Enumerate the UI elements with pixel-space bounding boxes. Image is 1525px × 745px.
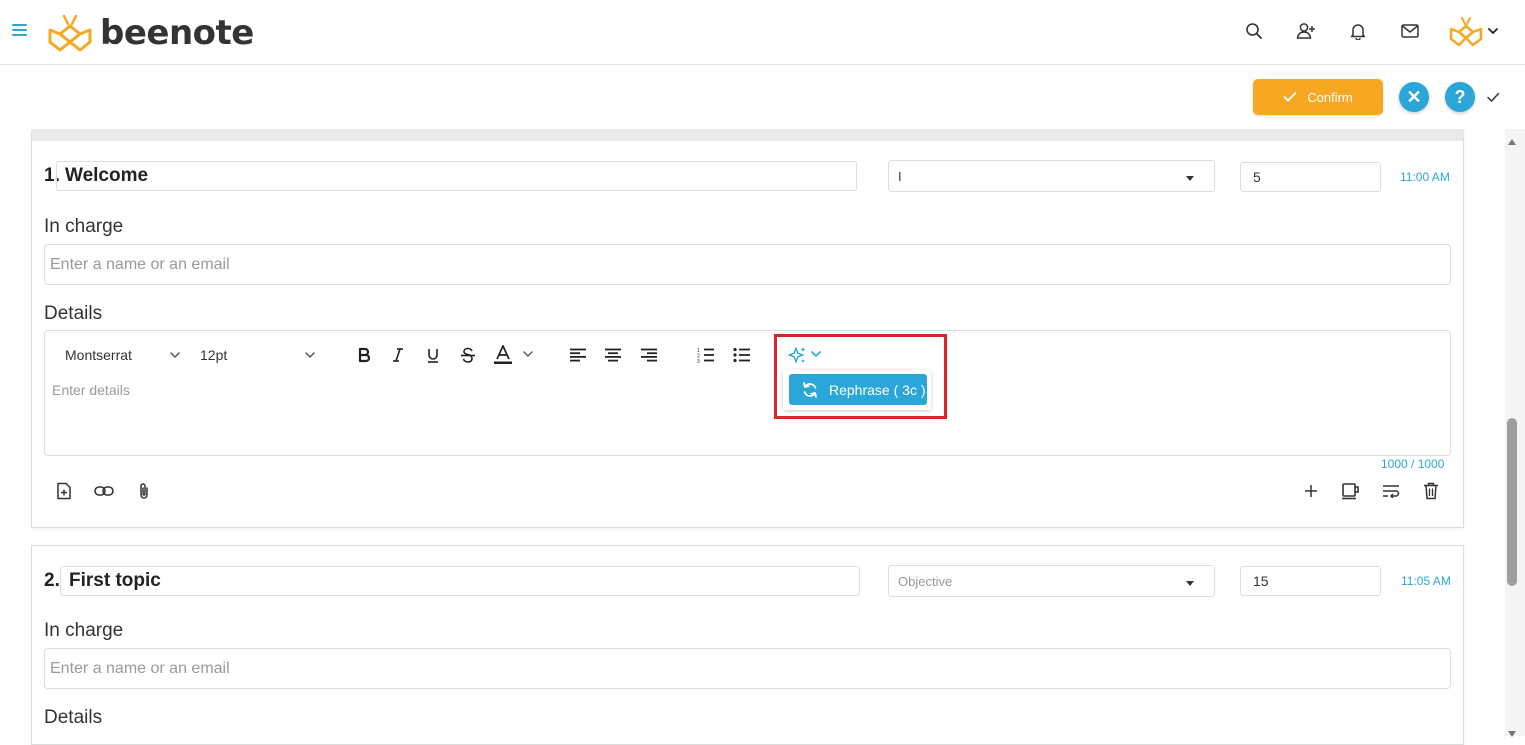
font-size-value: 12pt [200,347,228,363]
chevron-down-icon[interactable] [1486,24,1500,38]
highlight-annotation [774,334,947,419]
help-button[interactable]: ? [1445,82,1475,112]
italic-icon[interactable] [387,344,409,366]
topic-title-input[interactable]: First topic [60,566,860,596]
bulleted-list-icon[interactable] [731,344,753,366]
topic-type-select[interactable]: Objective [888,565,1215,597]
in-charge-input[interactable]: Enter a name or an email [44,648,1451,689]
attachment-icon[interactable] [133,480,155,502]
topic-type-value: I [898,168,902,184]
logo-text: beenote [100,13,254,53]
trash-icon[interactable] [1420,480,1442,502]
svg-text:3: 3 [697,359,700,363]
strikethrough-icon[interactable] [457,344,479,366]
duration-input[interactable]: 5 [1240,162,1381,192]
in-charge-input[interactable]: Enter a name or an email [44,244,1451,285]
chevron-down-icon [305,352,315,359]
break-cup-icon[interactable] [1340,480,1362,502]
top-navbar: beenote [0,0,1525,65]
align-left-icon[interactable] [567,344,589,366]
font-family-select[interactable]: Montserrat [65,343,183,367]
details-placeholder[interactable]: Enter details [52,382,130,398]
bee-logo-icon [48,14,92,52]
search-icon[interactable] [1243,20,1265,42]
topic-title-input[interactable]: Welcome [56,161,857,191]
caret-down-icon [1186,581,1194,586]
add-icon[interactable] [1300,480,1322,502]
numbered-list-icon[interactable]: 123 [695,344,717,366]
menu-icon[interactable] [12,24,27,37]
details-label: Details [44,707,103,728]
topic-type-select[interactable]: I [888,160,1215,192]
duration-input[interactable]: 15 [1240,566,1381,596]
logo[interactable]: beenote [46,12,254,54]
check-icon[interactable] [1486,90,1500,104]
start-time: 11:00 AM [1400,170,1450,184]
bell-icon[interactable] [1347,20,1369,42]
text-color-icon[interactable] [492,344,534,366]
confirm-label: Confirm [1307,89,1353,105]
close-icon: ✕ [1406,86,1422,107]
in-charge-label: In charge [44,620,124,641]
help-icon: ? [1454,86,1466,107]
char-counter: 1000 / 1000 [1381,457,1445,471]
details-label: Details [44,303,103,324]
in-charge-label: In charge [44,216,124,237]
scroll-down-arrow-icon[interactable] [1507,725,1517,737]
font-family-value: Montserrat [65,347,132,363]
scroll-up-arrow-icon[interactable] [1507,133,1517,145]
topic-type-value: Objective [898,573,953,589]
font-size-select[interactable]: 12pt [200,343,318,367]
link-icon[interactable] [93,480,115,502]
caret-down-icon [1186,176,1194,181]
scrollbar-thumb[interactable] [1507,418,1517,586]
avatar[interactable] [1448,14,1484,50]
chevron-down-icon [170,352,180,359]
add-user-icon[interactable] [1295,20,1317,42]
topic-number: 2. [44,570,60,591]
close-button[interactable]: ✕ [1399,82,1429,112]
confirm-button[interactable]: Confirm [1253,79,1383,115]
align-center-icon[interactable] [602,344,624,366]
add-document-icon[interactable] [53,480,75,502]
check-icon [1283,92,1297,102]
start-time: 11:05 AM [1401,574,1451,588]
wrap-text-icon[interactable] [1380,480,1402,502]
bold-icon[interactable] [353,344,375,366]
align-right-icon[interactable] [638,344,660,366]
mail-icon[interactable] [1399,20,1421,42]
underline-icon[interactable] [422,344,444,366]
